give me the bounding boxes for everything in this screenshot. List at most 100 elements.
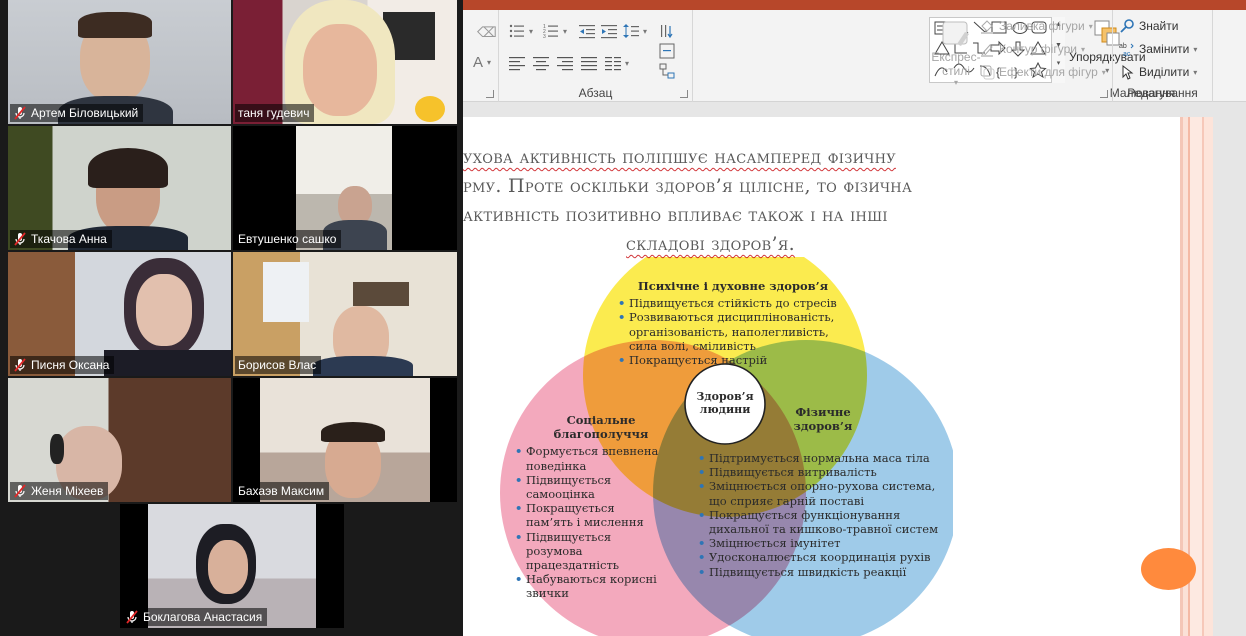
- video-tile[interactable]: Боклагова Анастасия: [120, 504, 344, 628]
- video-tile[interactable]: Женя Міхеев: [8, 378, 231, 502]
- decrease-indent-button[interactable]: [579, 23, 595, 39]
- list-item: Формується впевнена поведінка: [515, 444, 663, 472]
- express-styles-button[interactable]: Експрес-стилі ▾: [931, 18, 981, 87]
- slide-text-line: ухова активність поліпшує насамперед фіз…: [463, 143, 1083, 172]
- slide-text-line: рму. Проте оскільки здоров’я цілісне, то…: [463, 172, 1083, 201]
- align-right-icon: [557, 57, 573, 71]
- justify-button[interactable]: [581, 55, 597, 71]
- search-icon: [1120, 19, 1134, 33]
- mic-muted-icon: [13, 232, 27, 246]
- smartart-icon: [659, 63, 675, 79]
- title-bar: [463, 0, 1246, 10]
- svg-text:3: 3: [543, 34, 546, 39]
- shape-fill-button[interactable]: Заливка фігури ▾: [979, 18, 1093, 34]
- venn-mental-title: Психічне і духовне здоров’я: [637, 279, 829, 293]
- list-item: Покращується настрій: [618, 353, 848, 367]
- list-item: Підвищується самооцінка: [515, 473, 663, 501]
- find-label: Знайти: [1139, 19, 1179, 33]
- paragraph-dialog-launcher[interactable]: [680, 90, 688, 98]
- shape-effects-button[interactable]: Ефекти для фігур ▾: [979, 64, 1106, 80]
- shape-effects-label: Ефекти для фігур: [999, 65, 1098, 79]
- participant-nametag: Писня Оксана: [10, 356, 115, 374]
- chevron-down-icon: ▾: [1193, 67, 1198, 77]
- align-left-button[interactable]: [509, 55, 525, 71]
- select-button[interactable]: Виділити ▾: [1119, 64, 1197, 80]
- columns-button[interactable]: ▾: [605, 55, 629, 71]
- video-tile[interactable]: Артем Біловицький: [8, 0, 231, 124]
- video-tile[interactable]: Писня Оксана: [8, 252, 231, 376]
- align-left-icon: [509, 57, 525, 71]
- participant-nametag: Женя Міхеев: [10, 482, 109, 500]
- participant-nametag: Борисов Влас: [235, 356, 322, 374]
- participant-name: Артем Біловицький: [31, 106, 139, 120]
- bullets-icon: [509, 24, 524, 38]
- align-text-button[interactable]: [659, 43, 675, 59]
- list-item: Підвищується швидкість реакції: [698, 565, 948, 579]
- editing-group: Знайти ab ac Замінити ▾ Виділити ▾ Редагу…: [1113, 10, 1213, 102]
- venn-physical-block: Підтримується нормальна маса тіла Підвищ…: [698, 451, 948, 579]
- participant-name: Евтушенко сашко: [238, 232, 337, 246]
- video-tile[interactable]: Евтушенко сашко: [233, 126, 457, 250]
- font-group: ⌫ A ▾: [463, 10, 499, 102]
- line-spacing-button[interactable]: ▾: [623, 23, 647, 39]
- participant-name: таня гудевич: [238, 106, 310, 120]
- video-tile[interactable]: таня гудевич: [233, 0, 457, 124]
- chevron-down-icon: ▾: [643, 26, 648, 36]
- font-dialog-launcher[interactable]: [486, 90, 494, 98]
- find-button[interactable]: Знайти: [1119, 18, 1178, 34]
- text-direction-button[interactable]: [659, 23, 675, 39]
- slide-text-line4: складові здоров’я.: [626, 233, 795, 255]
- video-tile[interactable]: Ткачова Анна: [8, 126, 231, 250]
- chevron-down-icon: ▾: [1080, 44, 1085, 54]
- bullets-button[interactable]: ▾: [509, 23, 533, 39]
- health-venn-diagram[interactable]: Здоров’я людини Психічне і духовне здоро…: [493, 257, 953, 636]
- cursor-arrow-icon: [1122, 64, 1134, 80]
- replace-button[interactable]: ab ac Замінити ▾: [1119, 41, 1197, 57]
- venn-social-block: Соціальне благополуччя Формується впевне…: [515, 413, 685, 601]
- shape-outline-button[interactable]: Контур фігури ▾: [979, 41, 1085, 57]
- slide-text-line1: ухова активність поліпшує насамперед фіз…: [463, 146, 896, 168]
- participant-nametag: Ткачова Анна: [10, 230, 112, 248]
- increase-indent-button[interactable]: [601, 23, 617, 39]
- venn-center-label: Здоров’я людини: [696, 390, 754, 416]
- chevron-down-icon: ▾: [563, 26, 568, 36]
- list-item: Підвищується стійкість до стресів: [618, 296, 848, 310]
- decrease-indent-icon: [579, 25, 595, 39]
- paragraph-group-label: Абзац: [578, 86, 613, 100]
- participant-nametag: Евтушенко сашко: [235, 230, 342, 248]
- slide-body-text[interactable]: ухова активність поліпшує насамперед фіз…: [463, 143, 1083, 259]
- replace-icon: abac: [1119, 43, 1134, 57]
- numbering-button[interactable]: 123 ▾: [543, 23, 567, 39]
- replace-label: Замінити: [1139, 42, 1190, 56]
- list-item: Підвищується витривалість: [698, 465, 948, 479]
- align-center-button[interactable]: [533, 55, 549, 71]
- drawing-group-more: Експрес-стилі ▾ Заливка фігури ▾ Контур …: [927, 10, 1113, 102]
- video-tile-active-speaker[interactable]: Борисов Влас: [233, 252, 457, 376]
- font-color-letter: A: [473, 54, 484, 71]
- align-right-button[interactable]: [557, 55, 573, 71]
- participant-nametag: Бахаэв Максим: [235, 482, 330, 500]
- chevron-down-icon: ▾: [1101, 67, 1106, 77]
- participant-nametag: Артем Біловицький: [10, 104, 144, 122]
- mic-muted-icon: [13, 358, 27, 372]
- chevron-down-icon: ▾: [529, 26, 534, 36]
- align-center-icon: [533, 57, 549, 71]
- chevron-down-icon: ▾: [953, 78, 958, 87]
- chevron-down-icon: ▾: [1088, 21, 1093, 31]
- slide-text-line3: активність позитивно впливає також і на …: [463, 204, 888, 226]
- chevron-down-icon: ▾: [625, 58, 630, 68]
- participant-name: Борисов Влас: [238, 358, 317, 372]
- paragraph-group: ▾ 123 ▾ ▾ ▾ Абзац: [499, 10, 693, 102]
- justify-icon: [581, 57, 597, 71]
- video-gallery: Артем Біловицький таня гудевич Ткачова А…: [0, 0, 463, 636]
- list-item: Зміцнюється опорно-рухова система, що сп…: [698, 479, 948, 507]
- participant-name: Бахаэв Максим: [238, 484, 325, 498]
- venn-mental-block: Психічне і духовне здоров’я Підвищується…: [618, 279, 848, 367]
- convert-smartart-button[interactable]: [659, 63, 675, 79]
- slide-canvas[interactable]: ухова активність поліпшує насамперед фіз…: [463, 117, 1213, 636]
- format-painter-icon[interactable]: ⌫: [477, 24, 497, 41]
- font-color-button[interactable]: A ▾: [473, 54, 491, 71]
- video-tile[interactable]: Бахаэв Максим: [233, 378, 457, 502]
- text-direction-icon: [661, 25, 673, 39]
- drawing-dialog-launcher[interactable]: [1100, 90, 1108, 98]
